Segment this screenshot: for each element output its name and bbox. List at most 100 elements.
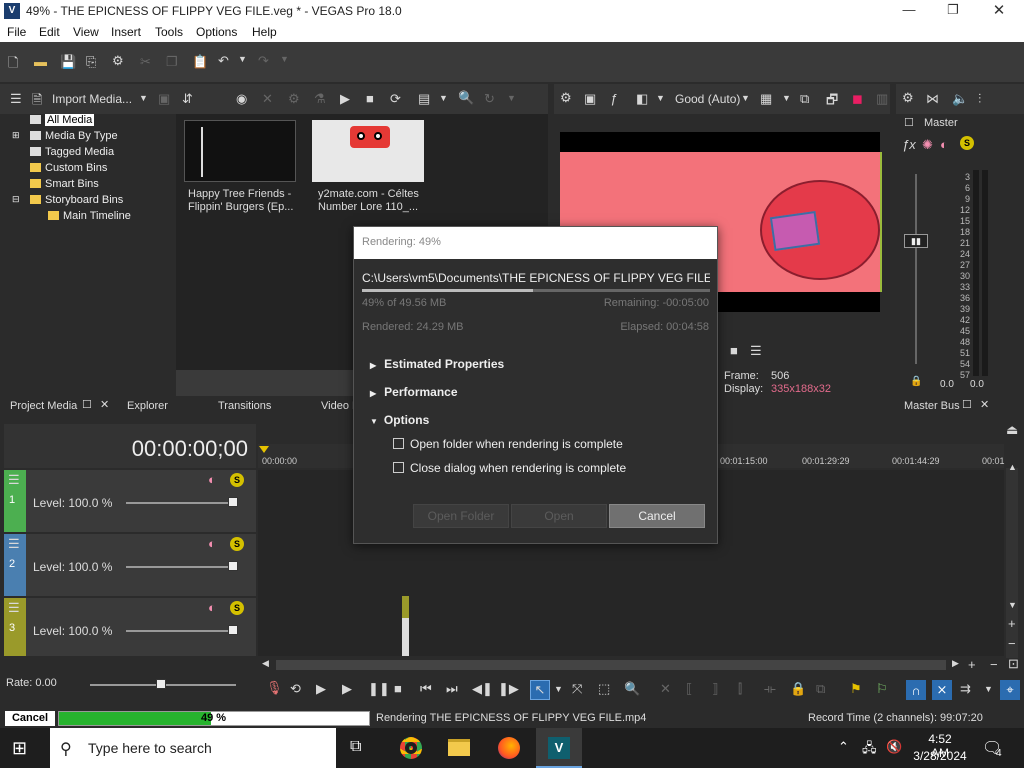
overlays-icon[interactable]: ▦ <box>760 91 772 107</box>
thumb-htf[interactable] <box>184 120 296 182</box>
track-1[interactable]: ☰ 1 ◐ S Level: 100.0 % <box>4 470 256 532</box>
new-icon[interactable]: 🗋 <box>8 54 18 76</box>
tray-date[interactable]: 3/28/2024 <box>912 749 968 763</box>
normal-edit-tool-icon[interactable]: ↖ <box>530 680 550 700</box>
track-3-level-slider[interactable] <box>228 625 238 635</box>
tree-expand-icon[interactable]: ⊞ <box>12 130 20 141</box>
auto-crossfade-icon[interactable]: ⨯ <box>932 680 952 700</box>
vegas-taskbar-button[interactable]: V <box>536 728 582 768</box>
menu-help[interactable]: Help <box>252 25 277 39</box>
fx-icon[interactable]: ⚗ <box>314 91 326 107</box>
tree-item-media-by-type[interactable]: Media By Type <box>30 130 118 142</box>
master-solo-icon[interactable]: S <box>960 136 974 150</box>
settings-icon[interactable]: ⚙ <box>112 53 124 69</box>
open-button[interactable]: Open <box>511 504 607 528</box>
play-icon[interactable]: ▶ <box>340 91 350 107</box>
web-icon[interactable]: ◉ <box>236 91 247 107</box>
views-dropdown-icon[interactable]: ▼ <box>439 93 448 103</box>
menu-edit[interactable]: Edit <box>39 25 60 39</box>
media-scrollbar[interactable] <box>176 370 354 396</box>
master-lock-icon[interactable]: 🔒 <box>910 376 922 387</box>
trim-end-icon[interactable]: ⟧ <box>712 681 718 697</box>
marker-icon[interactable]: ⚑ <box>850 681 862 697</box>
track-3-solo-icon[interactable]: S <box>230 601 244 615</box>
vscroll-down-icon[interactable]: ▼ <box>1008 600 1017 610</box>
rate-slider[interactable] <box>156 679 166 689</box>
record-icon[interactable]: 🎙 <box>266 680 283 696</box>
tray-chevron-icon[interactable]: ⌃ <box>838 739 849 755</box>
firefox-icon[interactable] <box>498 737 520 759</box>
split-dropdown-icon[interactable]: ▼ <box>656 93 665 103</box>
mixer-icon[interactable]: ⫶ <box>978 91 981 107</box>
import-media-icon[interactable]: 🗎 <box>32 91 42 113</box>
menu-view[interactable]: View <box>73 25 99 39</box>
split-screen-icon[interactable]: ◧ <box>636 91 648 107</box>
save-snapshot-icon[interactable]: 🗗 <box>826 91 838 113</box>
prev-frame-icon[interactable]: ◀❚ <box>472 681 493 697</box>
edit-tool-dropdown-icon[interactable]: ▼ <box>554 684 563 694</box>
import-dropdown-icon[interactable]: ▼ <box>139 93 148 103</box>
menu-tools[interactable]: Tools <box>155 25 183 39</box>
track-3[interactable]: ☰ 3 ◐ S Level: 100.0 % <box>4 598 256 656</box>
tab-explorer[interactable]: Explorer <box>127 400 168 412</box>
preview-settings-icon[interactable]: ⚙ <box>560 90 572 106</box>
copy-icon[interactable]: ❐ <box>166 54 178 70</box>
mixer-settings-icon[interactable]: ⚙ <box>902 90 914 106</box>
import-media-button[interactable]: Import Media... <box>52 92 132 106</box>
track-2-menu-icon[interactable]: ☰ <box>8 536 20 552</box>
track-1-level-slider[interactable] <box>228 497 238 507</box>
timeline-corner-icon[interactable]: ⊡ <box>1008 656 1019 672</box>
stop-icon[interactable]: ■ <box>366 91 374 106</box>
master-tab-close-icon[interactable]: ✕ <box>980 398 989 411</box>
search-icon[interactable]: 🔍 <box>458 90 474 106</box>
trim-start-icon[interactable]: ⟦ <box>686 681 692 697</box>
tree-item-all-media[interactable]: All Media <box>30 114 95 126</box>
menu-options[interactable]: Options <box>196 25 237 39</box>
color-icon[interactable]: ◼ <box>852 91 863 107</box>
stop-button[interactable]: ■ <box>394 681 402 696</box>
preview-stop-icon[interactable]: ■ <box>730 343 738 358</box>
quality-dropdown-icon[interactable]: ▼ <box>741 93 750 103</box>
track-1-solo-icon[interactable]: S <box>230 473 244 487</box>
undo-dropdown-icon[interactable]: ▼ <box>238 54 247 64</box>
open-folder-checkbox[interactable] <box>393 438 404 449</box>
undo-icon[interactable]: ↶ <box>218 53 229 69</box>
zoom-in-icon[interactable]: + <box>968 657 976 672</box>
track-2-solo-icon[interactable]: S <box>230 537 244 551</box>
windows-start-icon[interactable]: ⊞ <box>12 738 27 759</box>
section-performance[interactable]: ▶ Performance <box>370 385 458 399</box>
master-gear-icon[interactable]: ✺ <box>922 137 933 153</box>
cursor-marker[interactable] <box>259 446 269 453</box>
tree-item-storyboard-bins[interactable]: Storyboard Bins <box>30 194 123 206</box>
close-dialog-checkbox[interactable] <box>393 462 404 473</box>
overlays-dropdown-icon[interactable]: ▼ <box>782 93 791 103</box>
go-start-icon[interactable]: ⏮ <box>420 681 432 697</box>
video-fx-icon[interactable]: ƒ <box>610 91 617 106</box>
tab-project-media[interactable]: Project Media <box>10 400 77 412</box>
menu-file[interactable]: File <box>7 25 26 39</box>
save-icon[interactable]: 💾 <box>60 54 76 70</box>
cut-icon[interactable]: ✂ <box>140 54 151 70</box>
region-icon[interactable]: ⚐ <box>876 681 888 697</box>
scroll-right-icon[interactable]: ▶ <box>952 658 959 669</box>
vscroll-up-icon[interactable]: ▲ <box>1008 462 1017 472</box>
play-button[interactable]: ▶ <box>342 681 352 697</box>
zoom-tool-icon[interactable]: 🔍 <box>624 681 640 697</box>
snapping-icon[interactable]: ∩ <box>906 680 926 700</box>
render-icon[interactable]: ⎘ <box>86 54 96 70</box>
split-icon[interactable]: ⫿ <box>738 681 742 697</box>
track-1-mute-icon[interactable]: ◐ <box>208 472 216 487</box>
copy-snapshot-icon[interactable]: ⧉ <box>800 91 809 107</box>
tree-item-custom-bins[interactable]: Custom Bins <box>30 162 107 174</box>
go-end-icon[interactable]: ⏭ <box>446 681 458 697</box>
track-3-mute-icon[interactable]: ◐ <box>208 600 216 615</box>
master-fader-knob[interactable]: ▮▮ <box>904 234 928 248</box>
selection-tool-icon[interactable]: ⬚ <box>598 681 610 697</box>
section-options[interactable]: ▼ Options <box>370 413 429 427</box>
track-2-level-slider[interactable] <box>228 561 238 571</box>
play-from-start-icon[interactable]: ▶ <box>316 681 326 697</box>
tab-transitions[interactable]: Transitions <box>218 400 271 412</box>
trim-icon[interactable]: ⟛ <box>764 681 776 697</box>
preview-quality[interactable]: Good (Auto) <box>675 92 740 106</box>
open-icon[interactable]: ▬ <box>34 54 47 69</box>
